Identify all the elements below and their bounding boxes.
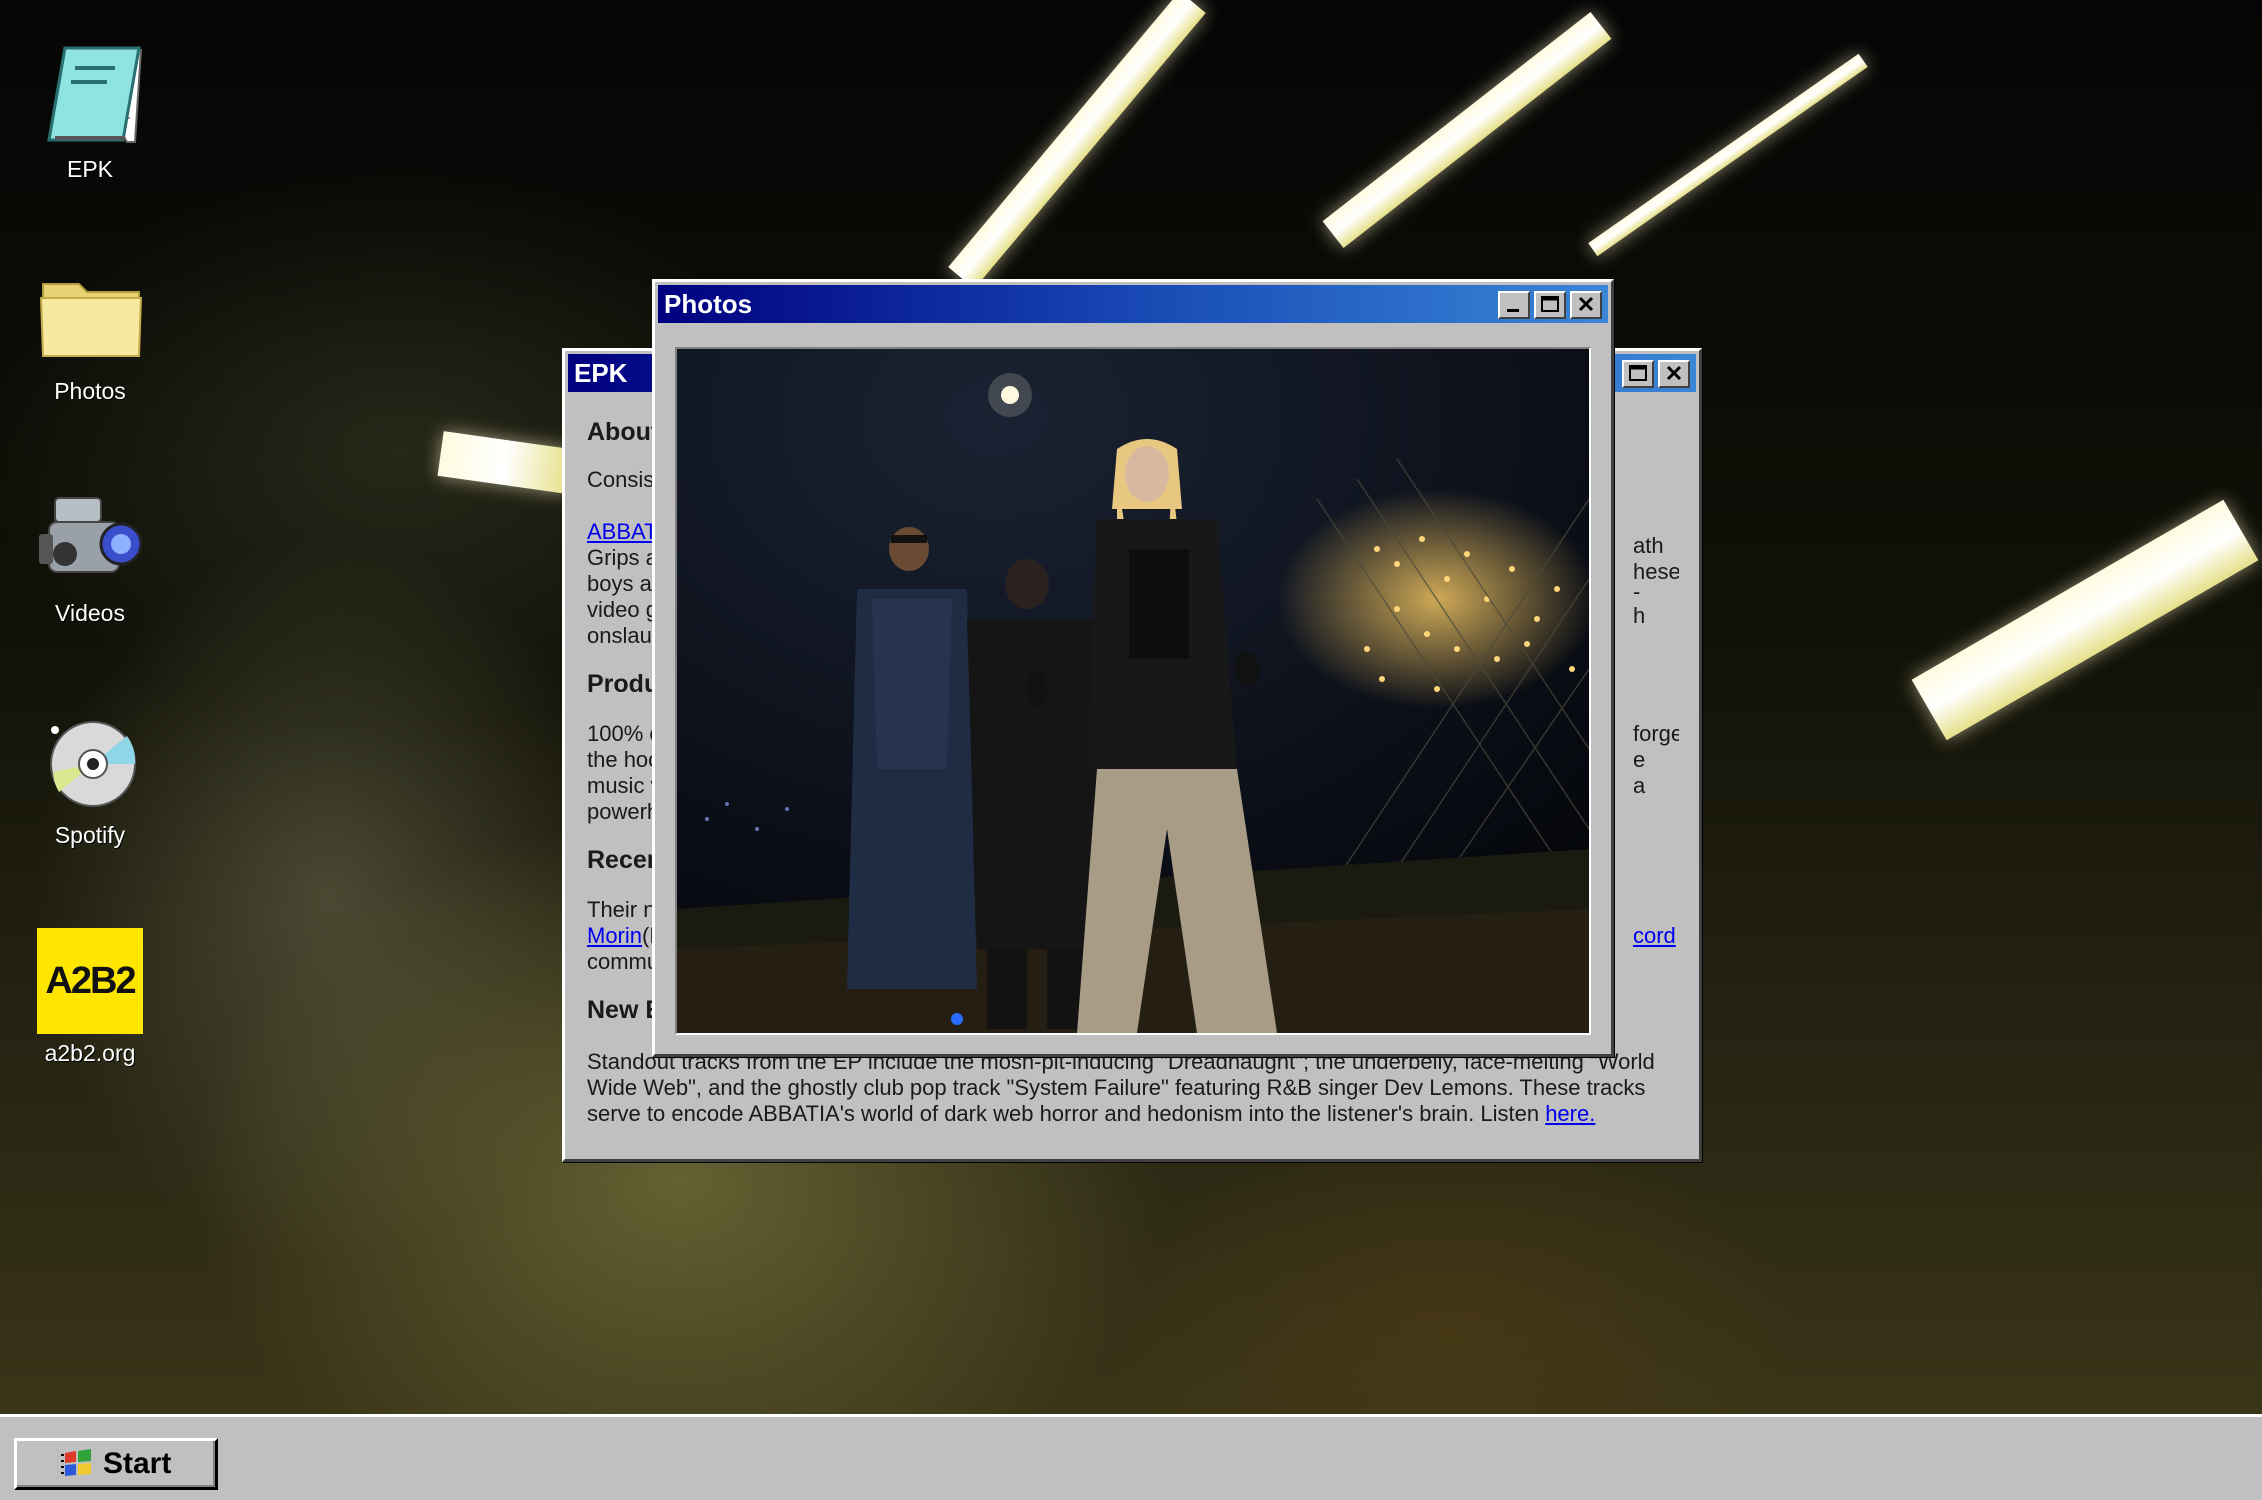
text-fragment: Consis — [587, 467, 655, 492]
maximize-icon — [1629, 365, 1647, 381]
a2b2-logo-icon: A2B2 — [37, 928, 143, 1034]
text-fragment: music v — [587, 773, 662, 798]
text-fragment: 100% o — [587, 721, 662, 746]
window-title: Photos — [664, 289, 753, 319]
text-fragment: commu — [587, 949, 660, 974]
text-fragment: ath — [1633, 533, 1664, 558]
listen-here-link[interactable]: here. — [1545, 1101, 1595, 1126]
a2b2-logo-text: A2B2 — [45, 960, 136, 1002]
photos-titlebar[interactable]: Photos — [658, 285, 1608, 323]
close-button[interactable] — [1570, 291, 1602, 319]
morin-link[interactable]: Morin — [587, 923, 642, 948]
close-icon — [1578, 296, 1594, 312]
minimize-icon — [1507, 309, 1519, 312]
window-title: EPK — [574, 358, 628, 388]
maximize-button[interactable] — [1534, 291, 1566, 319]
cd-icon — [35, 706, 145, 816]
desktop-icon-epk[interactable]: EPK — [20, 40, 160, 183]
folder-icon — [35, 262, 145, 372]
ceiling-light — [1911, 499, 2259, 741]
new-ep-text: Standout tracks from the EP include the … — [587, 1049, 1655, 1126]
text-fragment: the hoo — [587, 747, 661, 772]
recent-heading: Recen — [587, 846, 663, 874]
photo-viewer[interactable] — [675, 347, 1591, 1035]
text-fragment: h — [1633, 603, 1646, 628]
ceiling-light — [1322, 11, 1612, 249]
text-fragment: forges — [1633, 721, 1679, 746]
close-button[interactable] — [1658, 360, 1690, 388]
record-link[interactable]: cord — [1633, 923, 1676, 949]
close-icon — [1666, 365, 1682, 381]
taskbar: Start — [0, 1414, 2262, 1500]
ceiling-light — [437, 431, 573, 494]
desktop-icon-spotify[interactable]: Spotify — [20, 706, 160, 849]
desktop-icon-videos[interactable]: Videos — [20, 484, 160, 627]
new-ep-paragraph: Standout tracks from the EP include the … — [587, 1049, 1677, 1127]
text-fragment: - — [1633, 579, 1641, 604]
photos-window[interactable]: Photos — [652, 279, 1614, 1057]
text-fragment: boys ar — [587, 571, 660, 596]
desktop-icon-photos[interactable]: Photos — [20, 262, 160, 405]
abbatia-link[interactable]: ABBAT — [587, 519, 658, 545]
text-fragment: Grips a — [587, 545, 658, 570]
ceiling-light — [948, 0, 1206, 289]
notepad-icon — [35, 40, 145, 150]
windows-logo-icon — [61, 1449, 91, 1476]
text-fragment: powerh — [587, 799, 660, 824]
desktop-icon-label: Photos — [54, 378, 126, 404]
start-label: Start — [103, 1447, 172, 1480]
desktop-icon-label: a2b2.org — [44, 1040, 136, 1066]
production-heading: Produ — [587, 670, 660, 698]
minimize-button[interactable] — [1498, 291, 1530, 319]
maximize-button[interactable] — [1622, 360, 1654, 388]
desktop-icon-label: EPK — [66, 156, 114, 182]
maximize-icon — [1541, 296, 1559, 312]
desktop-icon-label: Videos — [55, 600, 125, 626]
desktop-icon-a2b2[interactable]: A2B2 a2b2.org — [20, 928, 160, 1067]
text-fragment: onslau — [587, 623, 652, 648]
text-fragment: e — [1633, 747, 1646, 772]
new-ep-heading: New E — [587, 996, 663, 1024]
desktop-icon-label: Spotify — [54, 822, 126, 848]
start-button[interactable]: Start — [14, 1438, 218, 1490]
band-photo — [677, 349, 1589, 1033]
ceiling-light — [1588, 53, 1868, 257]
camcorder-icon — [35, 484, 145, 594]
carousel-dot[interactable] — [951, 1013, 963, 1025]
text-fragment: Their n — [587, 897, 656, 922]
about-heading: About — [587, 419, 660, 446]
text-fragment: a — [1633, 773, 1646, 798]
text-fragment: video g — [587, 597, 658, 622]
